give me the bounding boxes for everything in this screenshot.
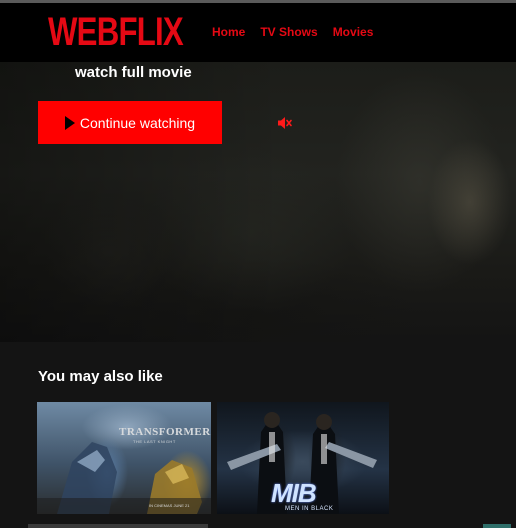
nav-tv-shows-link[interactable]: TV Shows (260, 25, 317, 39)
webflix-logo[interactable]: WEBFLIX (48, 12, 184, 52)
hero-banner: watch full movie Continue watching (0, 62, 516, 342)
poster-title-mib: MIB (271, 478, 317, 508)
poster-subtitle-transformers: THE LAST KNIGHT (133, 439, 176, 444)
mute-toggle-button[interactable] (276, 115, 294, 131)
nav-home-link[interactable]: Home (212, 25, 245, 39)
section-heading-recommendations: You may also like (38, 368, 163, 385)
nav-movies-link[interactable]: Movies (333, 25, 374, 39)
continue-watching-label: Continue watching (79, 114, 196, 131)
speaker-muted-icon (278, 117, 292, 129)
main-nav: Home TV Shows Movies (212, 25, 388, 39)
continue-watching-button[interactable]: Continue watching (38, 101, 222, 144)
topbar-border (0, 0, 516, 3)
poster-transformers[interactable]: TRANSFORMERS THE LAST KNIGHT IN CINEMAS … (37, 402, 211, 514)
transformers-artwork (37, 442, 211, 514)
bottom-edge-tab (483, 524, 511, 528)
poster-subtitle-mib: MEN IN BLACK (285, 506, 334, 512)
hero-subtitle: watch full movie (75, 64, 192, 81)
poster-date-transformers: IN CINEMAS JUNE 21 (149, 503, 190, 508)
poster-title-transformers: TRANSFORMERS (119, 426, 211, 438)
top-navigation-bar: WEBFLIX Home TV Shows Movies (0, 0, 516, 62)
horizontal-scrollbar[interactable] (28, 524, 208, 528)
play-icon (64, 115, 75, 130)
poster-men-in-black[interactable]: MIB MEN IN BLACK (217, 402, 389, 514)
